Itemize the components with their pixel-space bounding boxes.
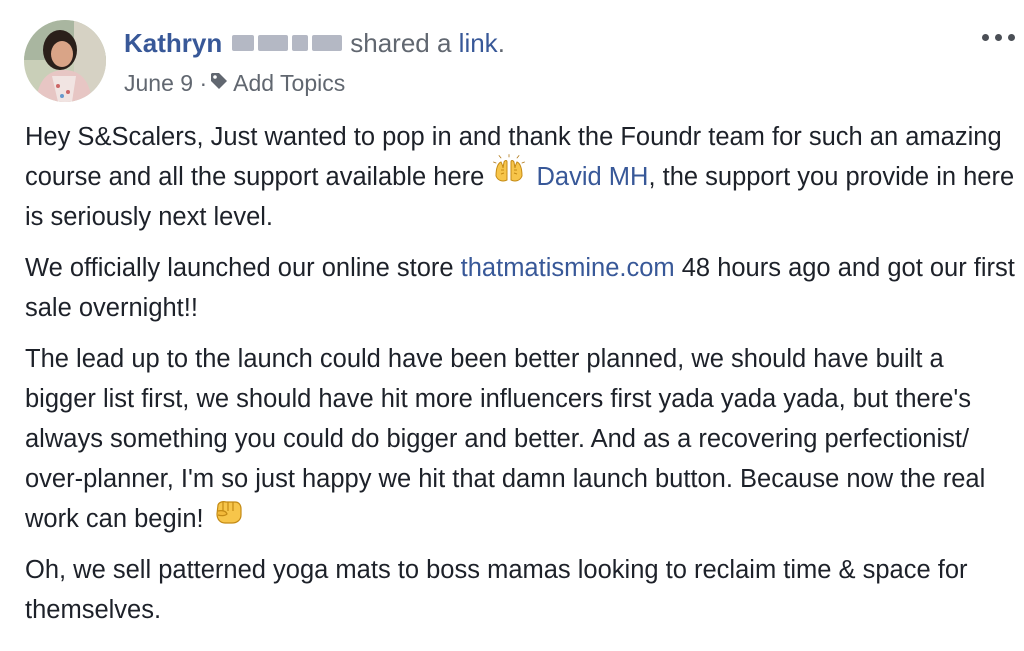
meta-separator: · bbox=[199, 70, 208, 96]
avatar[interactable] bbox=[24, 20, 106, 102]
profile-photo bbox=[24, 20, 106, 102]
add-topics-button[interactable]: Add Topics bbox=[233, 70, 345, 96]
more-options-icon[interactable] bbox=[978, 26, 1020, 48]
post-date[interactable]: June 9 bbox=[124, 70, 193, 96]
post-header: Kathryn shared a link. bbox=[124, 26, 505, 60]
paragraph-3-text: The lead up to the launch could have bee… bbox=[25, 345, 986, 533]
shared-link[interactable]: link bbox=[459, 28, 498, 58]
mention-david-mh[interactable]: David MH bbox=[537, 163, 649, 191]
oncoming-fist-emoji bbox=[213, 497, 243, 537]
paragraph-4-text: Oh, we sell patterned yoga mats to boss … bbox=[25, 556, 968, 624]
paragraph-1: Hey S&Scalers, Just wanted to pop in and… bbox=[25, 117, 1015, 237]
feed-post: Kathryn shared a link. June 9 · Add Topics… bbox=[0, 0, 1024, 651]
author-name[interactable]: Kathryn bbox=[124, 28, 222, 58]
paragraph-3: The lead up to the launch could have bee… bbox=[25, 339, 1015, 539]
store-link[interactable]: thatmatismine.com bbox=[461, 254, 675, 282]
tag-icon bbox=[209, 67, 229, 99]
post-body: Hey S&Scalers, Just wanted to pop in and… bbox=[25, 117, 1015, 641]
action-text: shared a bbox=[350, 28, 452, 58]
paragraph-2: We officially launched our online store … bbox=[25, 248, 1015, 328]
raising-hands-emoji bbox=[493, 154, 526, 196]
redacted-last-name bbox=[228, 26, 346, 60]
paragraph-4: Oh, we sell patterned yoga mats to boss … bbox=[25, 550, 1015, 630]
paragraph-2-text: We officially launched our online store bbox=[25, 254, 454, 282]
post-meta: June 9 · Add Topics bbox=[124, 67, 345, 99]
action-end: . bbox=[497, 28, 505, 58]
